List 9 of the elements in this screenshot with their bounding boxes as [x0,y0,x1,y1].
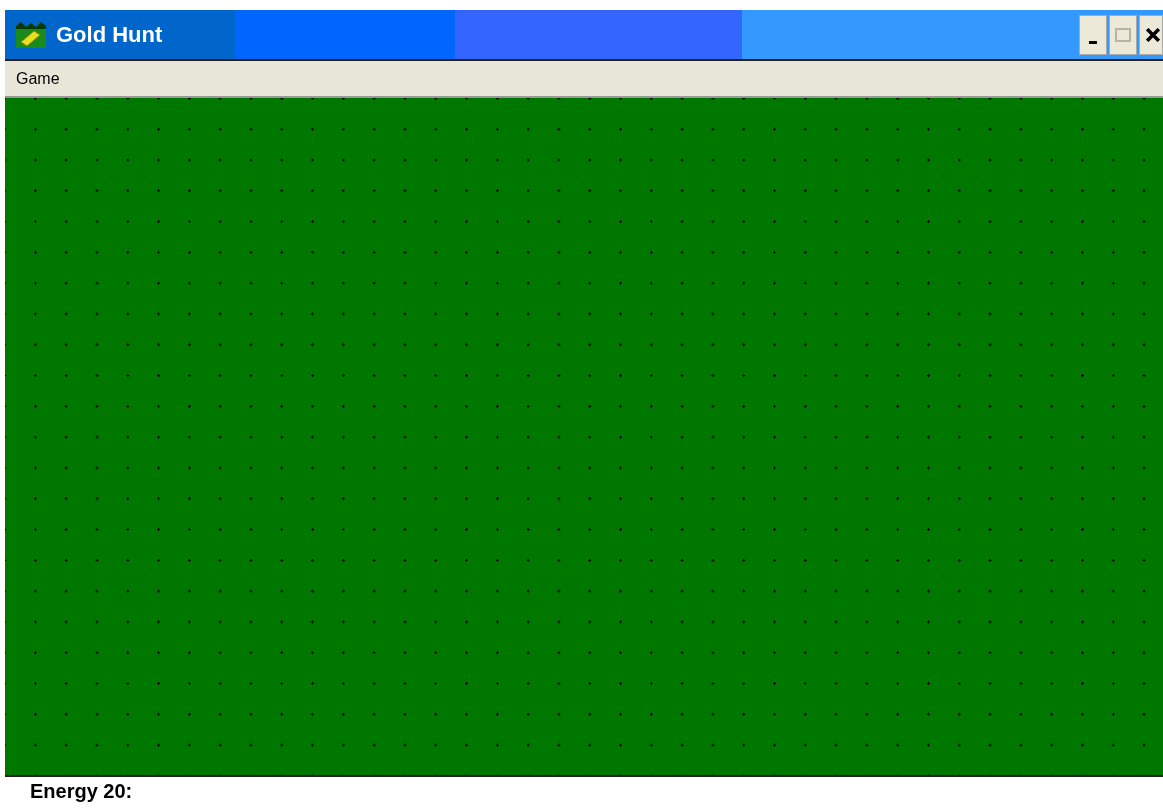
minimize-button[interactable] [1079,14,1107,55]
menu-item[interactable]: Game [16,66,60,91]
window-title: Gold Hunt [56,21,163,49]
maximize-icon [1115,27,1131,42]
app-icon [16,21,46,48]
minimize-icon [1089,40,1097,44]
close-button[interactable] [1139,14,1163,55]
close-icon [1146,27,1160,42]
status-text: Energy 20: [30,779,133,804]
